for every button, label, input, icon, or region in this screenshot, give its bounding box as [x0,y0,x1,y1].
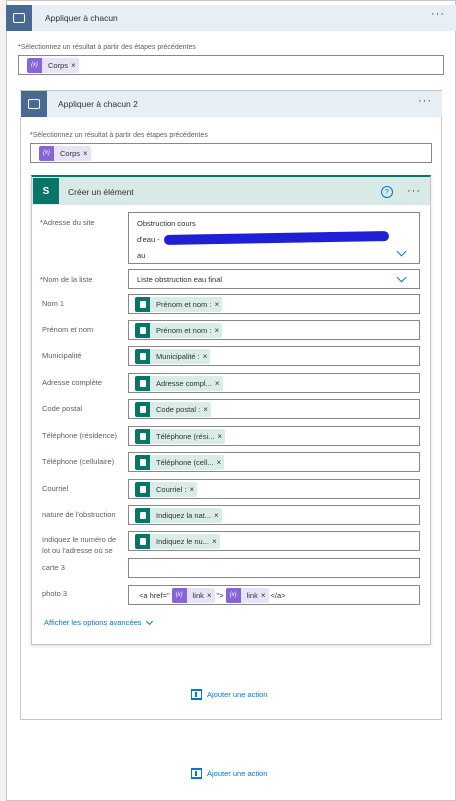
field-label: Indiquez le numéro de lot ou l'adresse o… [42,535,117,555]
forms-icon [135,428,150,444]
remove-token-icon[interactable]: × [215,379,220,388]
forms-icon [135,375,150,391]
forms-icon [135,401,150,417]
outer-more-icon[interactable]: ··· [431,8,445,20]
inner-select-label: *Sélectionnez un résultat à partir des é… [30,132,208,139]
dynamic-token[interactable]: Prénom et nom : × [135,322,223,338]
forms-icon [135,481,150,497]
field-input[interactable]: Téléphone (cell... × [128,452,420,472]
field-label: Code postal [42,404,83,413]
add-action-button-inner[interactable]: Ajouter une action [191,689,267,700]
forms-icon [135,507,150,523]
field-input[interactable]: Code postal : × [128,399,420,419]
remove-token-icon[interactable]: × [207,591,212,600]
link-token[interactable]: {x}link× [225,587,269,603]
remove-token-icon[interactable]: × [203,405,208,414]
corps-token[interactable]: {x} Corps × [27,57,79,73]
inner-more-icon[interactable]: ··· [418,95,432,107]
remove-token-icon[interactable]: × [189,485,194,494]
field-label: Adresse complète [42,378,103,387]
sharepoint-icon: S [33,178,59,204]
loop-icon [21,91,47,117]
dynamic-token[interactable]: Prénom et nom : × [135,296,223,312]
link-token[interactable]: {x}link× [171,587,215,603]
expression-icon: {x} [39,145,54,161]
remove-token-icon[interactable]: × [212,537,217,546]
forms-icon [135,454,150,470]
dynamic-token[interactable]: Indiquez le nu... × [135,533,220,549]
add-action-icon [191,689,202,700]
dynamic-token[interactable]: Courriel : × [135,481,198,497]
remove-token-icon[interactable]: × [217,432,222,441]
expression-icon: {x} [171,587,187,603]
field-input[interactable]: Municipalité : × [128,346,420,366]
add-action-icon [191,768,202,779]
field-input[interactable]: Téléphone (rési... × [128,426,420,446]
remove-token-icon[interactable]: × [203,352,208,361]
field-label: Municipalité [42,351,82,360]
remove-token-icon[interactable]: × [214,300,219,309]
site-value-line3: au [137,251,146,260]
remove-token-icon[interactable]: × [214,326,219,335]
remove-token-icon[interactable]: × [217,458,222,467]
outer-select-input[interactable]: {x} Corps × [18,55,444,75]
create-item-title: Créer un élément [68,187,134,197]
field-label: nature de l'obstruction [42,510,116,519]
action-more-icon[interactable]: ··· [407,185,421,197]
photo-input[interactable]: <a href=" {x} link × "> {x} link × </a> [128,585,420,605]
add-action-button-outer[interactable]: Ajouter une action [191,768,267,779]
field-label: Téléphone (résidence) [42,431,118,440]
expression-icon: {x} [225,587,241,603]
forms-icon [135,322,150,338]
field-input[interactable]: Indiquez la nat... × [128,505,420,525]
corps-token[interactable]: {x} Corps × [39,145,91,161]
advanced-options-link[interactable]: Afficher les options avancées [44,617,154,627]
remove-token-icon[interactable]: × [83,149,88,158]
field-label: Courriel [42,484,69,493]
dynamic-token[interactable]: Téléphone (cell... × [135,454,225,470]
carte-label: carte 3 [42,563,65,572]
chevron-down-icon [146,617,154,625]
field-input[interactable]: Prénom et nom : × [128,320,420,340]
field-input[interactable]: Prénom et nom : × [128,294,420,314]
photo-label: photo 3 [42,589,68,598]
site-value-line2: d'eau - [137,235,160,244]
remove-token-icon[interactable]: × [71,61,76,70]
inner-select-input[interactable]: {x} Corps × [30,143,432,163]
list-label: *Nom de la liste [40,275,93,284]
list-select[interactable]: Liste obstruction eau final [128,269,420,289]
expression-icon: {x} [27,57,42,73]
inner-loop-title: Appliquer à chacun 2 [58,99,138,109]
remove-token-icon[interactable]: × [214,511,219,520]
field-input[interactable]: Indiquez le nu... × [128,531,420,551]
dynamic-token[interactable]: Indiquez la nat... × [135,507,222,523]
dynamic-token[interactable]: Adresse compl... × [135,375,223,391]
forms-icon [135,296,150,312]
help-icon[interactable]: ? [381,186,393,198]
site-value-line1: Obstruction cours [137,219,196,228]
forms-icon [135,348,150,364]
field-label: Prénom et nom [42,325,94,334]
site-label: *Adresse du site [40,218,95,227]
loop-icon [6,5,32,31]
carte-input[interactable] [128,558,420,578]
outer-loop-title: Appliquer à chacun [45,13,118,23]
forms-icon [135,533,150,549]
outer-select-label: *Sélectionnez un résultat à partir des é… [18,44,196,51]
field-input[interactable]: Adresse compl... × [128,373,420,393]
field-label: Nom 1 [42,299,65,308]
dynamic-token[interactable]: Code postal : × [135,401,211,417]
field-input[interactable]: Courriel : × [128,479,420,499]
dynamic-token[interactable]: Municipalité : × [135,348,211,364]
remove-token-icon[interactable]: × [261,591,266,600]
field-label: Téléphone (cellulaire) [42,457,115,466]
dynamic-token[interactable]: Téléphone (rési... × [135,428,226,444]
